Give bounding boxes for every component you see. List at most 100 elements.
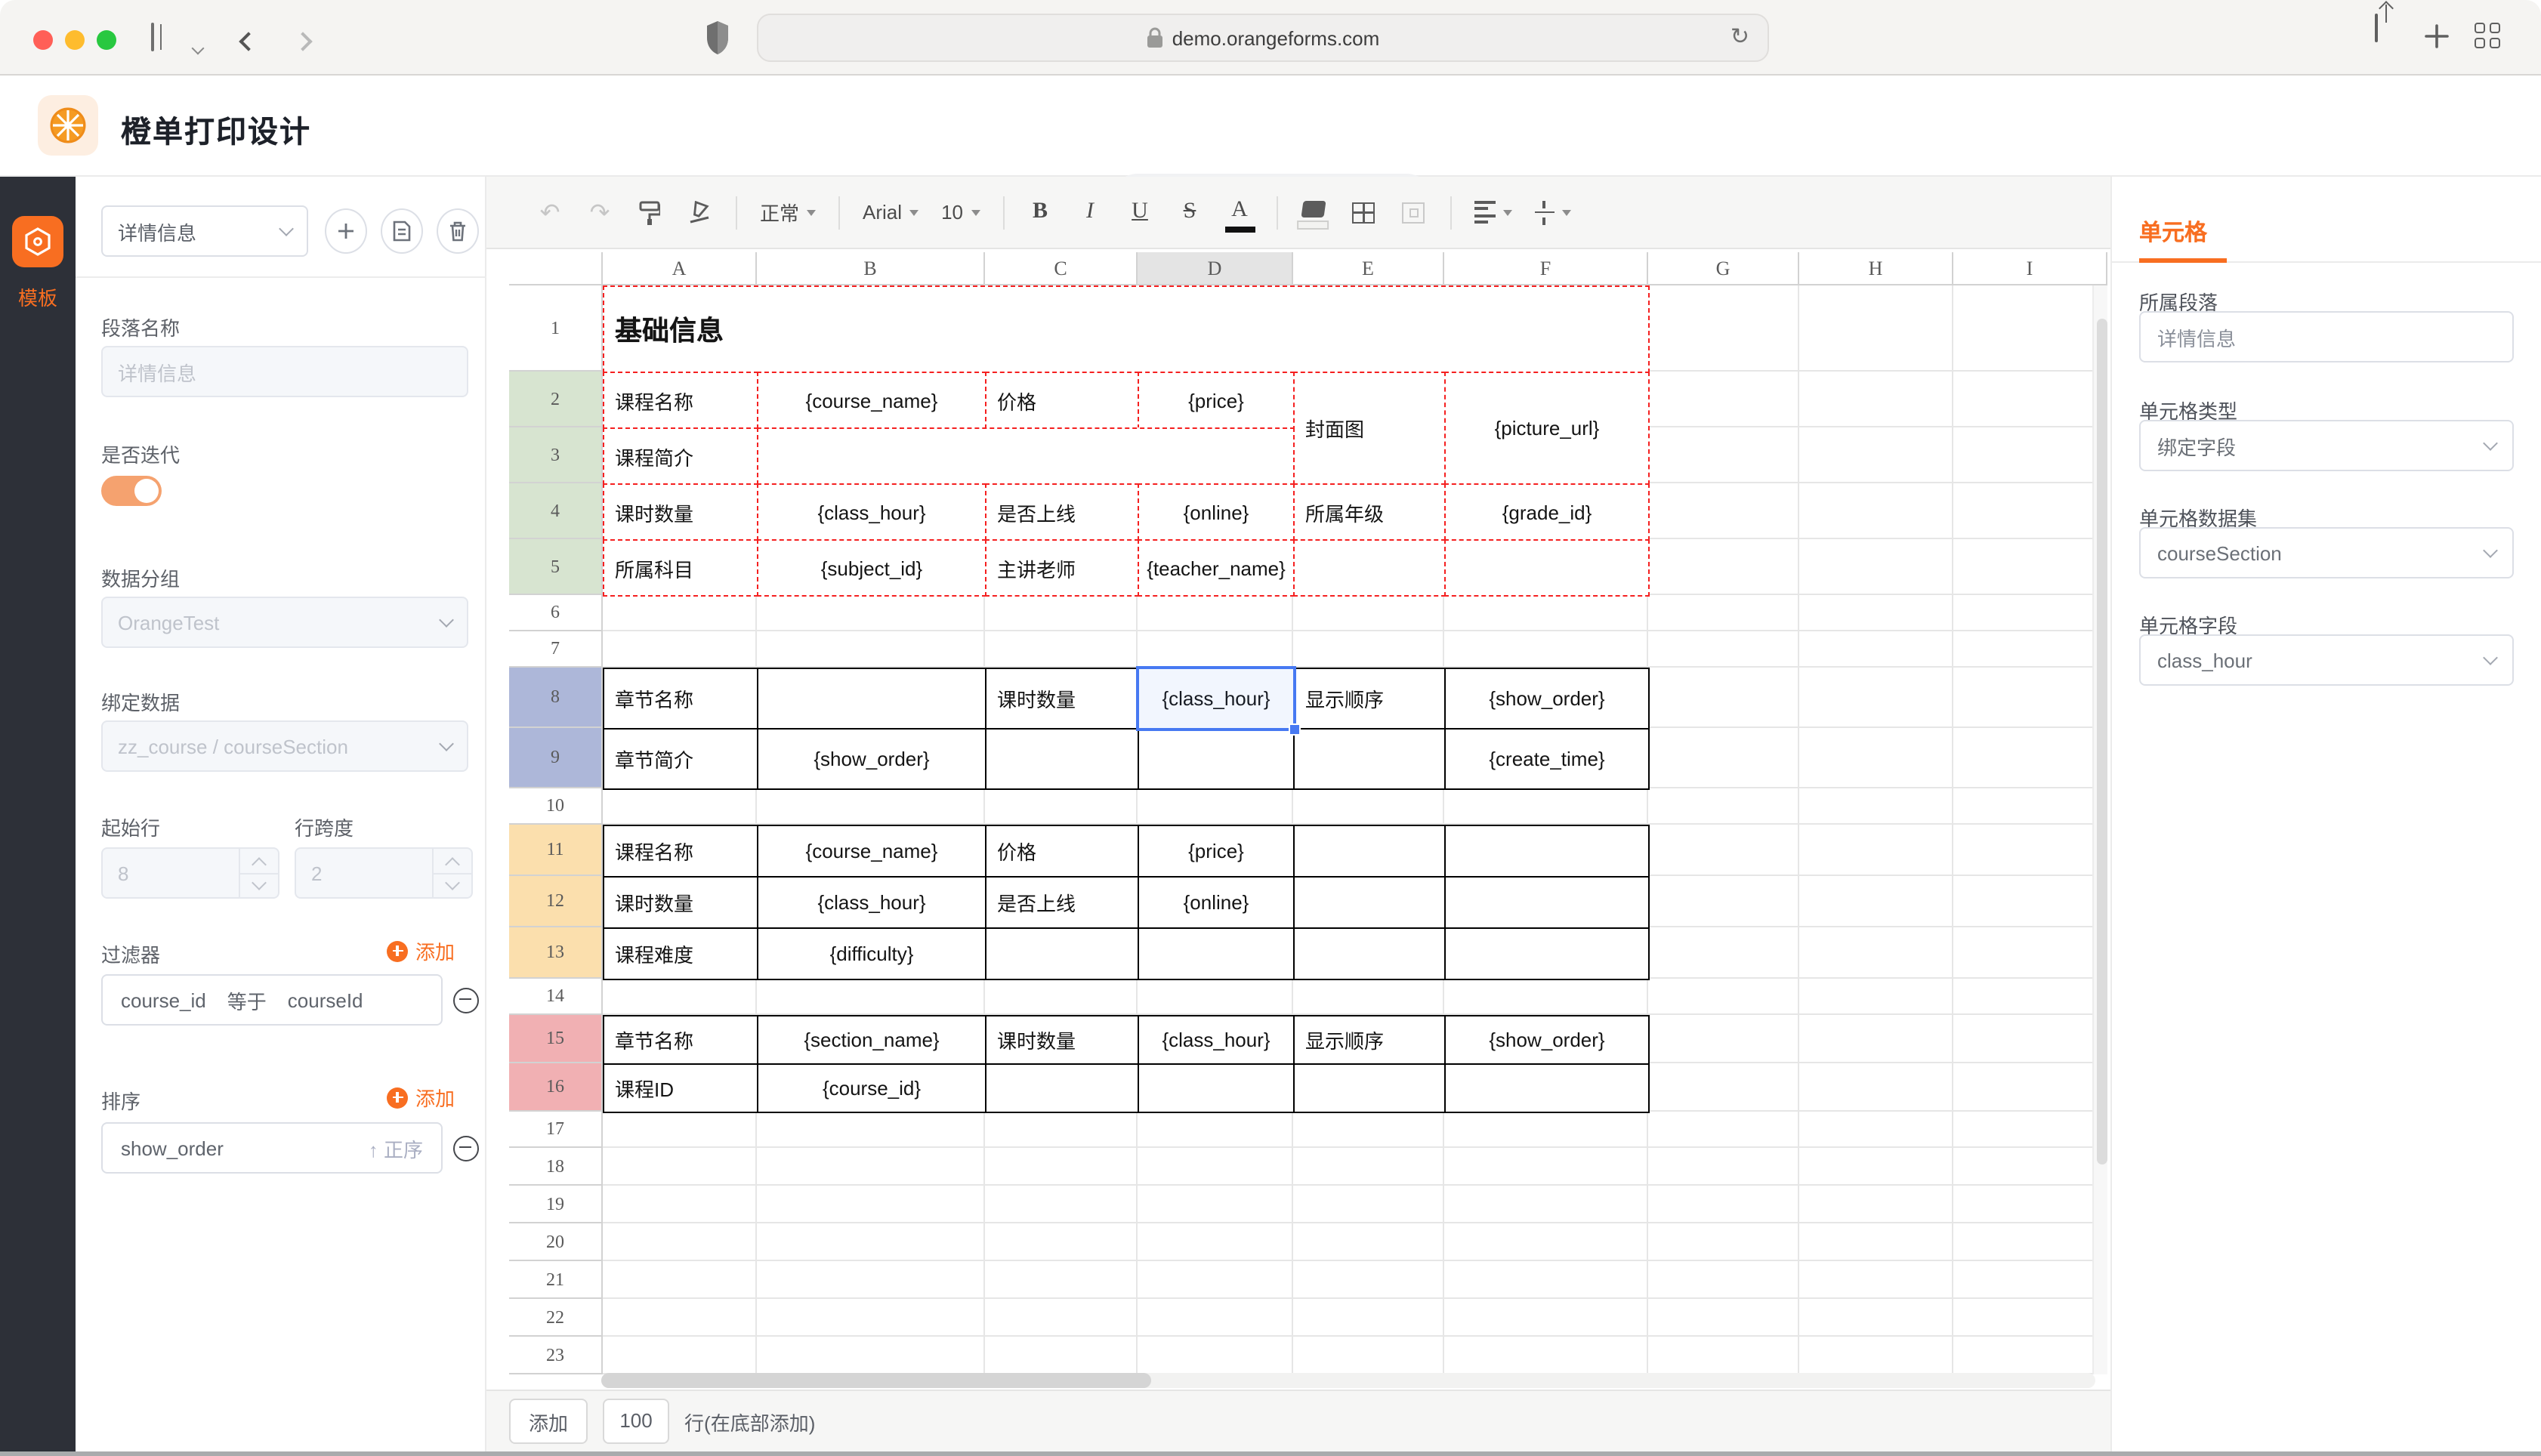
template-nav-button[interactable]	[12, 216, 63, 267]
delete-paragraph-button[interactable]	[437, 208, 479, 254]
step-up-icon[interactable]	[445, 857, 460, 872]
stepper-buttons[interactable]	[239, 849, 278, 897]
cell-E16[interactable]	[1293, 1063, 1446, 1113]
cell-F5[interactable]	[1444, 539, 1650, 597]
filter-rule-row[interactable]: course_id 等于 courseId	[101, 974, 443, 1026]
horizontal-align-dropdown[interactable]	[1469, 201, 1516, 224]
row-header-15[interactable]: 15	[509, 1015, 603, 1063]
add-rows-button[interactable]: 添加	[509, 1399, 588, 1444]
corner-header-cell[interactable]	[509, 252, 603, 285]
cell-A12[interactable]: 课时数量	[603, 876, 758, 929]
cell-B9[interactable]: {show_order}	[757, 728, 986, 790]
strikethrough-icon[interactable]: S	[1172, 193, 1208, 232]
row-header-17[interactable]: 17	[509, 1112, 603, 1148]
format-painter-icon[interactable]	[631, 193, 668, 232]
row-header-1[interactable]: 1	[509, 285, 603, 372]
cell-B15[interactable]: {section_name}	[757, 1015, 986, 1065]
number-format-dropdown[interactable]: 正常	[755, 198, 820, 227]
cell-E9[interactable]	[1293, 728, 1446, 790]
shield-icon[interactable]	[704, 20, 731, 56]
cell-paragraph-input[interactable]: 详情信息	[2139, 311, 2514, 362]
cell-E8[interactable]: 显示顺序	[1293, 668, 1446, 730]
cell-C16[interactable]	[985, 1063, 1139, 1113]
row-header-19[interactable]: 19	[509, 1186, 603, 1223]
selection-fill-handle[interactable]	[1289, 723, 1301, 736]
cell-D2[interactable]: {price}	[1138, 372, 1295, 429]
cell-E11[interactable]	[1293, 825, 1446, 878]
borders-icon[interactable]	[1345, 193, 1382, 232]
cell-B11[interactable]: {course_name}	[757, 825, 986, 878]
cell-A1[interactable]: 基础信息	[603, 285, 1650, 373]
step-up-icon[interactable]	[252, 857, 267, 872]
row-header-2[interactable]: 2	[509, 372, 603, 427]
paragraph-name-input[interactable]: 详情信息	[101, 346, 468, 397]
back-icon[interactable]	[242, 29, 255, 56]
cell-B13[interactable]: {difficulty}	[757, 927, 986, 980]
row-header-7[interactable]: 7	[509, 631, 603, 668]
copy-paragraph-button[interactable]	[381, 208, 423, 254]
cell-E15[interactable]: 显示顺序	[1293, 1015, 1446, 1065]
col-header-E[interactable]: E	[1293, 252, 1444, 285]
cell-type-select[interactable]: 绑定字段	[2139, 420, 2514, 471]
merge-cells-icon[interactable]	[1395, 193, 1431, 232]
cell-C5[interactable]: 主讲老师	[985, 539, 1139, 597]
vertical-align-dropdown[interactable]	[1530, 200, 1575, 224]
cell-D12[interactable]: {online}	[1138, 876, 1295, 929]
cell-F15[interactable]: {show_order}	[1444, 1015, 1650, 1065]
fill-color-icon[interactable]	[1295, 193, 1332, 232]
cell-A13[interactable]: 课程难度	[603, 927, 758, 980]
cell-C11[interactable]: 价格	[985, 825, 1139, 878]
cell-E12[interactable]	[1293, 876, 1446, 929]
col-header-I[interactable]: I	[1953, 252, 2107, 285]
cell-F4[interactable]: {grade_id}	[1444, 483, 1650, 541]
row-header-8[interactable]: 8	[509, 668, 603, 728]
cell-F12[interactable]	[1444, 876, 1650, 929]
cell-E5[interactable]	[1293, 539, 1446, 597]
cell-B5[interactable]: {subject_id}	[757, 539, 986, 597]
tab-overview-icon[interactable]	[2475, 23, 2499, 48]
cell-B16[interactable]: {course_id}	[757, 1063, 986, 1113]
col-header-F[interactable]: F	[1444, 252, 1648, 285]
cell-C2[interactable]: 价格	[985, 372, 1139, 429]
cell-D5[interactable]: {teacher_name}	[1138, 539, 1295, 597]
cell-E4[interactable]: 所属年级	[1293, 483, 1446, 541]
remove-filter-button[interactable]	[453, 988, 479, 1013]
underline-icon[interactable]: U	[1122, 193, 1158, 232]
row-header-20[interactable]: 20	[509, 1223, 603, 1261]
font-color-icon[interactable]: A	[1221, 193, 1258, 232]
sort-rule-row[interactable]: show_order ↑ 正序	[101, 1122, 443, 1174]
italic-icon[interactable]: I	[1072, 193, 1108, 232]
row-header-12[interactable]: 12	[509, 876, 603, 927]
row-header-5[interactable]: 5	[509, 539, 603, 595]
col-header-B[interactable]: B	[757, 252, 985, 285]
scrollbar-thumb[interactable]	[2096, 319, 2107, 1164]
cell-B3[interactable]	[757, 427, 1295, 485]
cell-A2[interactable]: 课程名称	[603, 372, 758, 429]
section-select[interactable]: 详情信息	[101, 205, 308, 257]
row-span-stepper[interactable]: 2	[295, 847, 473, 899]
cell-E2[interactable]: 封面图	[1293, 372, 1446, 485]
cell-C8[interactable]: 课时数量	[985, 668, 1139, 730]
selected-cell-outline[interactable]	[1136, 666, 1296, 731]
add-paragraph-button[interactable]	[325, 208, 367, 254]
row-header-4[interactable]: 4	[509, 483, 603, 539]
add-rows-count-input[interactable]: 100	[603, 1399, 669, 1444]
spreadsheet-grid[interactable]: ABCDEFGHI1234567891011121314151617181920…	[509, 252, 2107, 1374]
row-header-21[interactable]: 21	[509, 1261, 603, 1299]
cell-F16[interactable]	[1444, 1063, 1650, 1113]
cell-A8[interactable]: 章节名称	[603, 668, 758, 730]
cell-A9[interactable]: 章节简介	[603, 728, 758, 790]
forward-icon[interactable]	[296, 29, 310, 56]
row-header-18[interactable]: 18	[509, 1148, 603, 1186]
row-header-22[interactable]: 22	[509, 1299, 603, 1337]
add-filter-link[interactable]: 添加	[387, 936, 455, 965]
start-row-stepper[interactable]: 8	[101, 847, 279, 899]
cell-B4[interactable]: {class_hour}	[757, 483, 986, 541]
cell-A16[interactable]: 课程ID	[603, 1063, 758, 1113]
scrollbar-thumb[interactable]	[601, 1373, 1151, 1388]
cell-C13[interactable]	[985, 927, 1139, 980]
cell-A4[interactable]: 课时数量	[603, 483, 758, 541]
chevron-down-icon[interactable]	[193, 33, 202, 60]
horizontal-scrollbar[interactable]	[601, 1373, 2095, 1388]
minimize-window-button[interactable]	[65, 30, 85, 50]
